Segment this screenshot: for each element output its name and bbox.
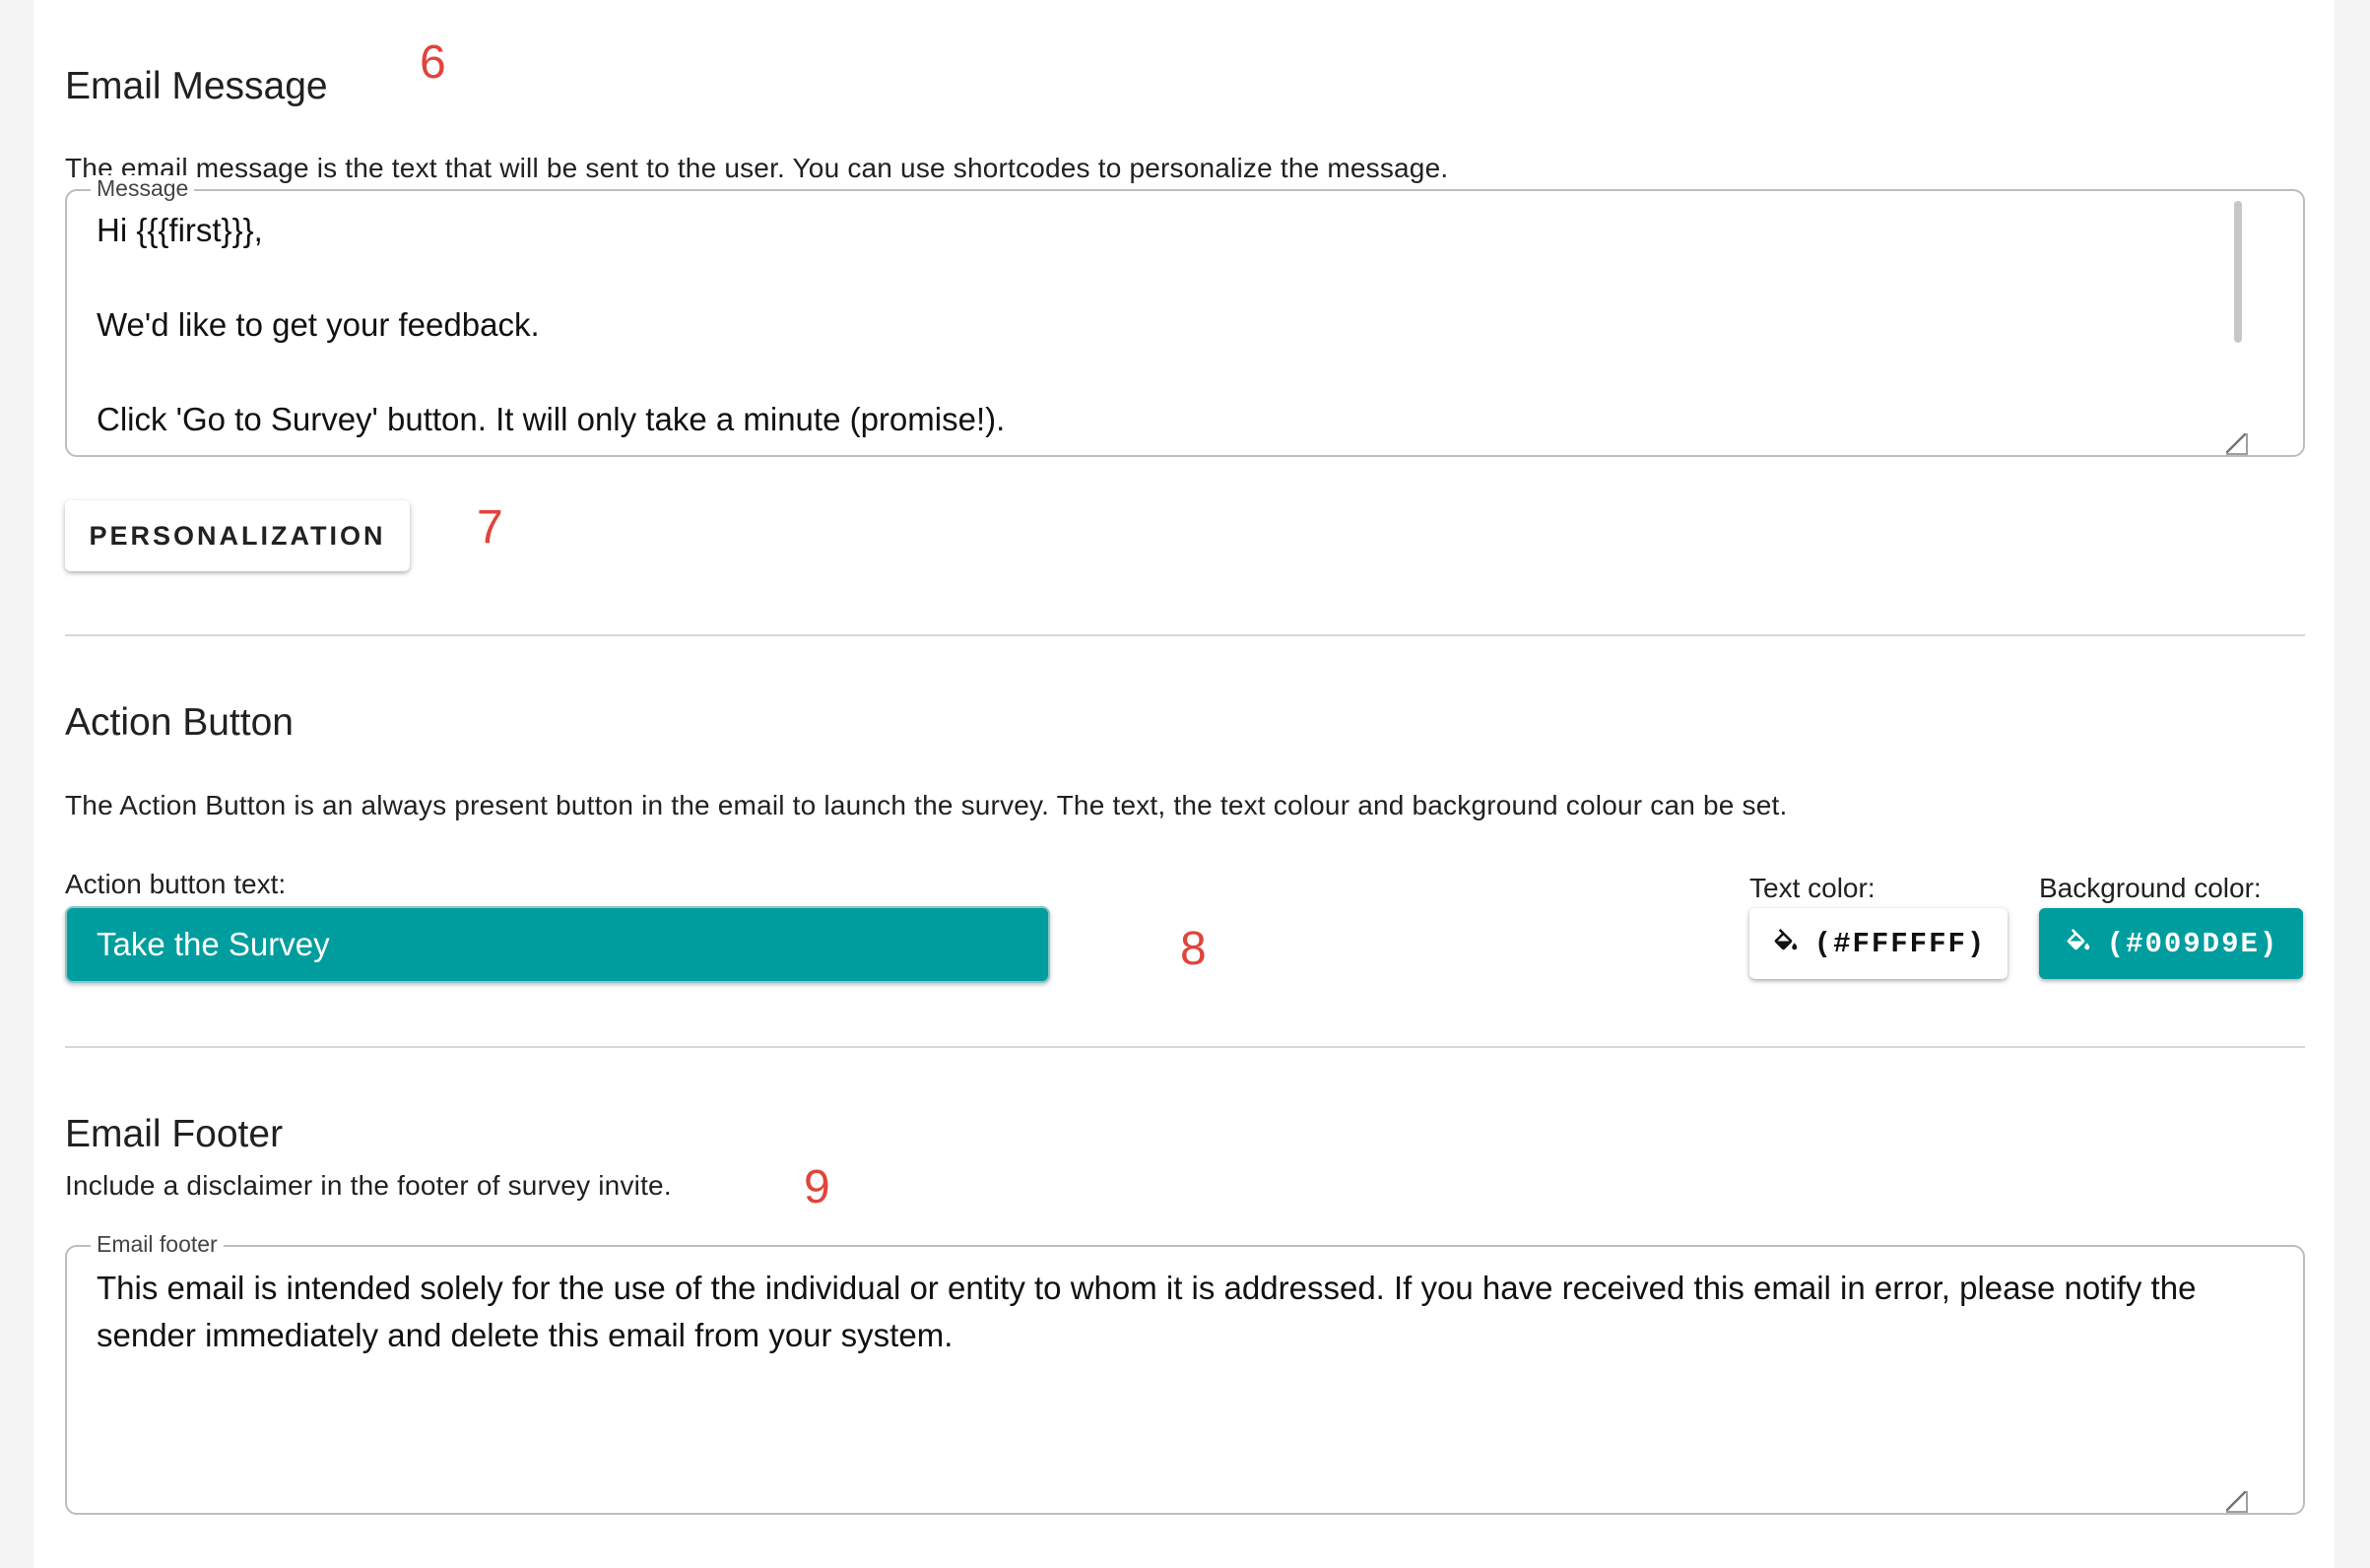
email-footer-textarea[interactable]: This email is intended solely for the us… xyxy=(65,1245,2305,1515)
text-color-value: (#FFFFFF) xyxy=(1813,927,1987,960)
email-footer-resize-handle[interactable] xyxy=(2226,1491,2248,1513)
format-color-fill-icon xyxy=(2067,929,2089,950)
background-color-button[interactable]: (#009D9E) xyxy=(2039,908,2303,979)
message-scrollbar[interactable] xyxy=(2234,201,2242,343)
email-footer-description: Include a disclaimer in the footer of su… xyxy=(65,1170,672,1201)
annotation-6: 6 xyxy=(420,36,446,89)
message-label: Message xyxy=(91,175,195,202)
settings-card: Email Message 6 The email message is the… xyxy=(33,0,2335,1568)
message-textarea[interactable]: Hi {{{first}}}, We'd like to get your fe… xyxy=(65,189,2305,457)
email-message-heading: Email Message xyxy=(65,65,328,107)
message-resize-handle[interactable] xyxy=(2226,433,2248,455)
email-message-description: The email message is the text that will … xyxy=(65,153,1449,183)
action-button-heading: Action Button xyxy=(65,701,294,744)
format-color-fill-icon xyxy=(1774,929,1797,950)
message-text[interactable]: Hi {{{first}}}, We'd like to get your fe… xyxy=(97,207,2185,443)
action-button-text-label: Action button text: xyxy=(65,869,287,899)
email-footer-label: Email footer xyxy=(91,1231,224,1258)
divider-2 xyxy=(65,1046,2305,1048)
text-color-label: Text color: xyxy=(1749,873,1876,903)
background-color-value: (#009D9E) xyxy=(2106,927,2279,960)
personalization-button[interactable]: PERSONALIZATION xyxy=(65,500,410,571)
annotation-8: 8 xyxy=(1180,923,1207,975)
text-color-button[interactable]: (#FFFFFF) xyxy=(1749,908,2008,979)
divider-1 xyxy=(65,634,2305,636)
action-button-description: The Action Button is an always present b… xyxy=(65,790,1788,820)
email-footer-heading: Email Footer xyxy=(65,1113,284,1155)
annotation-9: 9 xyxy=(804,1161,830,1213)
annotation-7: 7 xyxy=(477,501,503,554)
background-color-label: Background color: xyxy=(2039,873,2262,903)
email-footer-text[interactable]: This email is intended solely for the us… xyxy=(97,1265,2264,1359)
action-button-text-input[interactable]: Take the Survey xyxy=(65,906,1050,983)
